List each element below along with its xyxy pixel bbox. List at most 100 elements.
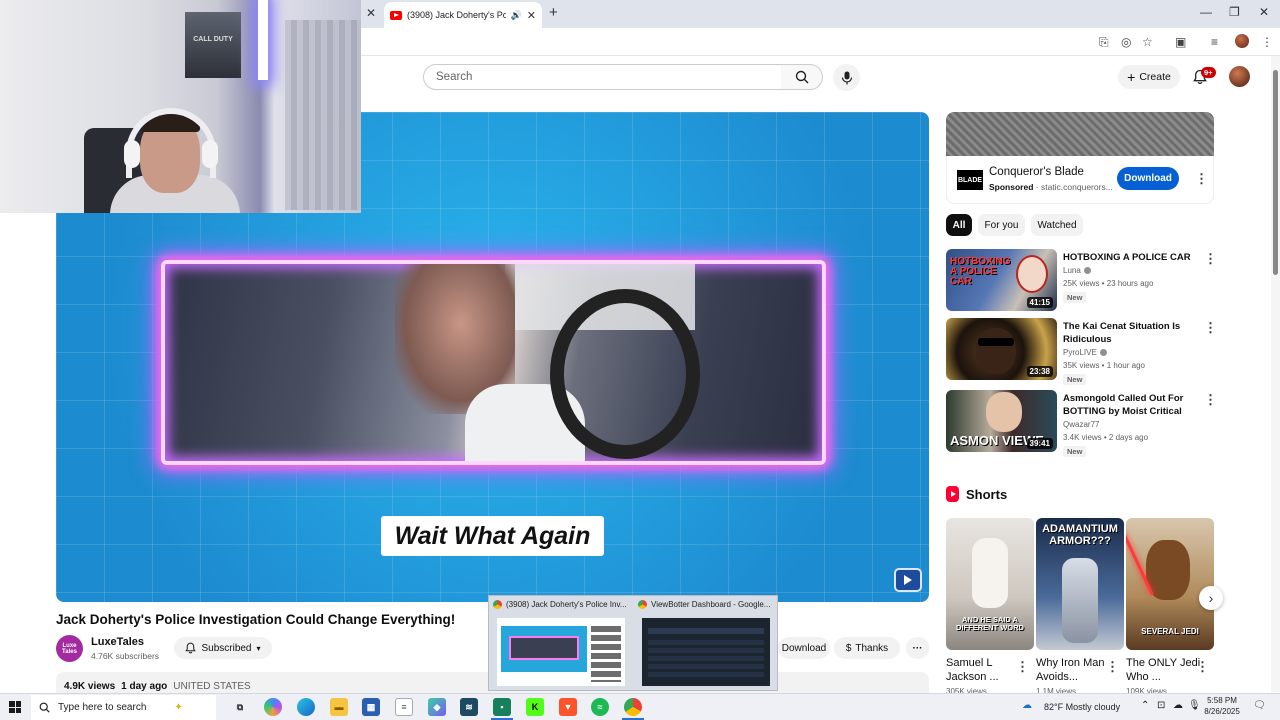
short-armor-figure — [1062, 558, 1098, 643]
more-actions-button[interactable]: ··· — [906, 637, 929, 659]
thumbnail-person — [986, 392, 1022, 432]
install-app-icon[interactable]: ⎘ — [1099, 35, 1109, 50]
edge-icon[interactable] — [297, 698, 315, 716]
minimize-button[interactable]: — — [1200, 5, 1212, 19]
extensions-icon[interactable]: ▣ — [1175, 35, 1186, 49]
kick-icon[interactable]: K — [526, 698, 544, 716]
chip-watched[interactable]: Watched — [1031, 214, 1083, 236]
video-title-link[interactable]: Asmongold Called Out For BOTTING by Mois… — [1063, 392, 1198, 418]
onedrive-icon[interactable]: ☁ — [1173, 700, 1183, 711]
store-icon[interactable]: ▦ — [362, 698, 380, 716]
subscribed-button[interactable]: Subscribed ▾ — [174, 637, 272, 659]
ad-more-icon[interactable]: ⋮ — [1195, 172, 1208, 185]
previous-tab-close-icon[interactable]: ✕ — [366, 6, 376, 20]
eye-slash-icon[interactable]: ◎ — [1121, 35, 1131, 49]
window-close-button[interactable]: ✕ — [1259, 5, 1269, 19]
chip-for-you[interactable]: For you — [978, 214, 1025, 236]
tray-app-icon[interactable]: ⊡ — [1157, 700, 1165, 711]
video-more-icon[interactable]: ⋮ — [1204, 321, 1217, 334]
short-title[interactable]: Why Iron Man Avoids... — [1036, 656, 1111, 684]
microphone-tray-icon[interactable]: 🎙 — [1188, 700, 1201, 711]
video-title-link[interactable]: HOTBOXING A POLICE CAR — [1063, 251, 1198, 264]
ad-title[interactable]: Conqueror's Blade — [989, 166, 1084, 178]
short-thumbnail[interactable]: AND HE SAID A DIFFERENT WORD — [946, 518, 1034, 650]
browser-profile-avatar[interactable] — [1235, 34, 1249, 48]
shorts-heading: Shorts — [946, 486, 1007, 502]
channel-name: Qwazar77 — [1063, 420, 1100, 429]
search-icon — [795, 70, 808, 84]
video-thumbnail[interactable]: HOTBOXING A POLICE CAR 41:15 — [946, 249, 1057, 311]
ad-download-button[interactable]: Download — [1117, 167, 1179, 190]
thanks-button[interactable]: $ Thanks — [834, 637, 900, 659]
ad-info[interactable]: BLADE Conqueror's Blade Sponsored · stat… — [946, 156, 1214, 204]
search-input[interactable]: Search — [423, 64, 782, 90]
channel-avatar[interactable]: Luxe Tales — [56, 635, 83, 662]
scrollbar-thumb[interactable] — [1273, 70, 1278, 275]
search-button[interactable] — [781, 64, 823, 90]
chrome-icon[interactable] — [624, 698, 642, 716]
preview-window-viewbotter[interactable]: ViewBotter Dashboard - Google... — [634, 596, 777, 692]
recommended-video[interactable]: 23:38 The Kai Cenat Situation Is Ridicul… — [946, 318, 1217, 385]
channel-line[interactable]: Qwazar77 — [1063, 420, 1099, 429]
taskbar-clock[interactable]: 5:58 PM 8/26/2025 — [1200, 695, 1244, 717]
copilot-icon[interactable] — [264, 698, 282, 716]
video-thumbnail[interactable]: 23:38 — [946, 318, 1057, 380]
file-explorer-icon[interactable]: ▬ — [330, 698, 348, 716]
thumbnail-sunglasses — [978, 338, 1014, 346]
steering-wheel — [550, 289, 700, 459]
terminal-app-icon[interactable]: ▪ — [493, 698, 511, 716]
reading-list-icon[interactable]: ≡ — [1211, 35, 1218, 49]
short-thumbnail[interactable]: SEVERAL JEDI — [1126, 518, 1214, 650]
channel-name[interactable]: LuxeTales — [91, 636, 144, 648]
weather-icon[interactable]: ☁ — [1022, 700, 1032, 711]
windows-start-icon[interactable] — [9, 701, 21, 713]
editor-app-icon[interactable]: ≋ — [460, 698, 478, 716]
tray-chevron-up-icon[interactable]: ⌃ — [1141, 700, 1149, 711]
weather-text[interactable]: 82°F Mostly cloudy — [1044, 702, 1120, 712]
task-view-icon[interactable]: ⧉ — [231, 698, 249, 716]
ad-domain: static.conquerors... — [1040, 182, 1113, 192]
restore-button[interactable]: ❐ — [1229, 5, 1240, 19]
tab-active-youtube[interactable]: (3908) Jack Doherty's Police 🔊 ✕ — [384, 2, 542, 28]
recommended-video[interactable]: HOTBOXING A POLICE CAR 41:15 HOTBOXING A… — [946, 249, 1217, 313]
new-tab-button[interactable]: + — [549, 4, 558, 21]
video-more-icon[interactable]: ⋮ — [1204, 393, 1217, 406]
short-more-icon[interactable]: ⋮ — [1196, 660, 1209, 673]
recommended-video[interactable]: ASMON VIEWE 39:41 Asmongold Called Out F… — [946, 390, 1217, 457]
video-title-link[interactable]: The Kai Cenat Situation Is Ridiculous — [1063, 320, 1198, 346]
taskbar-search-input[interactable]: Type here to search ✦ — [31, 695, 216, 720]
short-caption: ADAMANTIUM ARMOR??? — [1042, 523, 1118, 547]
tab-close-icon[interactable]: ✕ — [527, 9, 536, 22]
tab-audio-icon[interactable]: 🔊 — [511, 10, 522, 21]
channel-line[interactable]: PyroLIVE — [1063, 348, 1107, 357]
create-button[interactable]: + Create — [1118, 65, 1180, 89]
chevron-down-icon: ▾ — [256, 643, 261, 653]
preview-window-youtube[interactable]: (3908) Jack Doherty's Police Inv... — [489, 596, 632, 692]
short-thumbnail[interactable]: ADAMANTIUM ARMOR??? — [1036, 518, 1124, 650]
voice-search-button[interactable] — [833, 64, 860, 91]
channel-line[interactable]: Luna — [1063, 266, 1091, 275]
short-title[interactable]: Samuel L Jackson ... — [946, 656, 1021, 684]
new-badge: New — [1063, 446, 1087, 457]
preview-sidebar — [591, 626, 621, 682]
preview-dashboard-bar — [648, 628, 764, 634]
spotify-icon[interactable]: ≈ — [591, 698, 609, 716]
browser-menu-icon[interactable]: ⋮ — [1261, 35, 1273, 49]
notifications-icon[interactable]: 🗨 — [1253, 700, 1266, 711]
ad-banner-image[interactable] — [946, 112, 1214, 156]
brave-icon[interactable]: ▼ — [559, 698, 577, 716]
download-button[interactable]: Download — [778, 637, 830, 659]
video-thumbnail[interactable]: ASMON VIEWE 39:41 — [946, 390, 1057, 452]
bookmark-star-icon[interactable]: ☆ — [1142, 35, 1153, 49]
media-app-icon[interactable]: ◆ — [428, 698, 446, 716]
subscribe-watermark-icon[interactable] — [894, 568, 922, 592]
shorts-next-button[interactable]: › — [1199, 586, 1223, 610]
video-more-icon[interactable]: ⋮ — [1204, 252, 1217, 265]
account-avatar[interactable] — [1229, 66, 1250, 87]
notepad-icon[interactable]: ≡ — [395, 698, 413, 716]
chip-all[interactable]: All — [946, 214, 972, 236]
short-more-icon[interactable]: ⋮ — [1016, 660, 1029, 673]
short-more-icon[interactable]: ⋮ — [1106, 660, 1119, 673]
taskbar-window-preview: (3908) Jack Doherty's Police Inv... View… — [488, 595, 778, 691]
short-title[interactable]: The ONLY Jedi Who ... — [1126, 656, 1201, 684]
